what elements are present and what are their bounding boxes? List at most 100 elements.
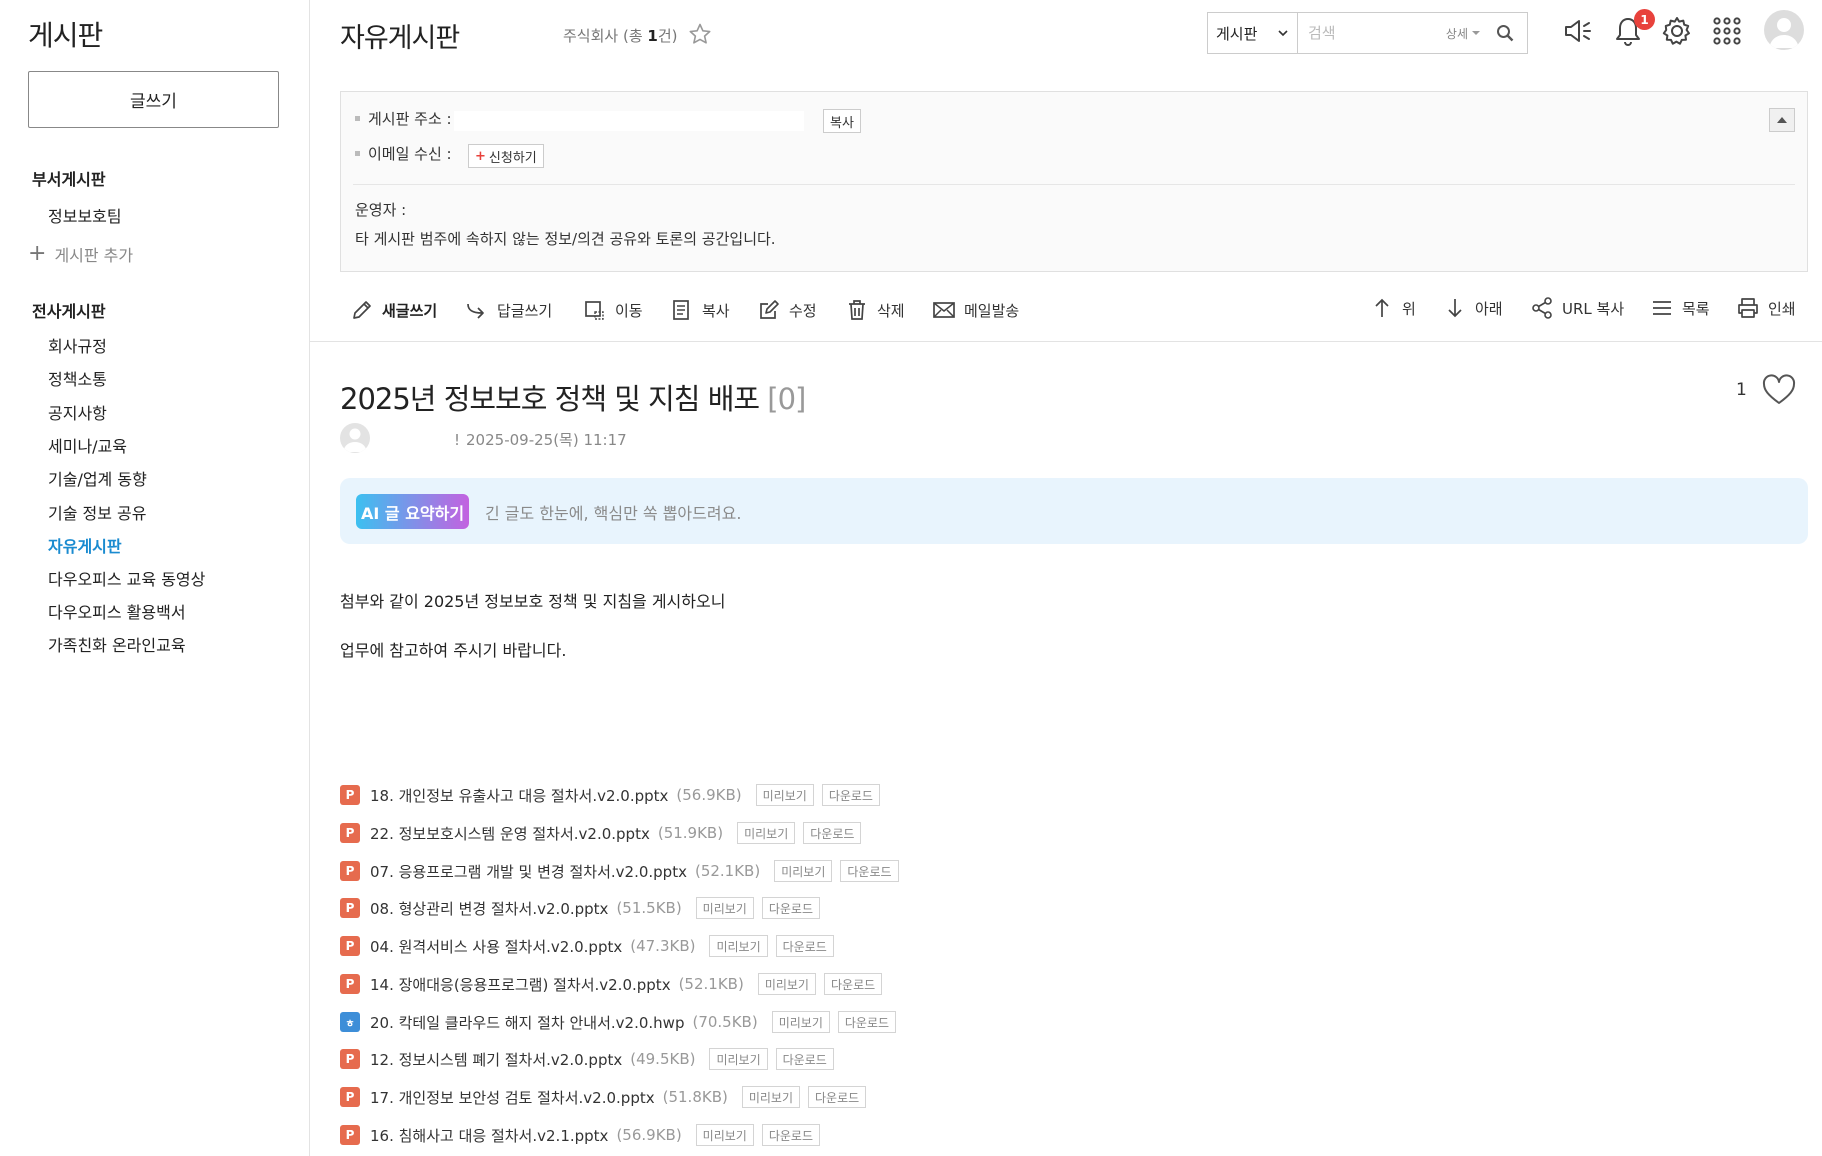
preview-button[interactable]: 미리보기	[771, 1011, 830, 1033]
preview-button[interactable]: 미리보기	[709, 935, 768, 957]
next-post-button[interactable]: 아래	[1443, 296, 1503, 320]
preview-button[interactable]: 미리보기	[695, 1124, 754, 1146]
sidebar-section-company[interactable]: 전사게시판	[32, 298, 106, 322]
delete-label: 삭제	[877, 301, 905, 320]
preview-button[interactable]: 미리보기	[774, 860, 833, 882]
speaker-icon[interactable]	[1560, 14, 1594, 48]
edit-button[interactable]: 수정	[757, 298, 817, 322]
ai-summary-button[interactable]: AI 글 요약하기	[356, 494, 470, 529]
comment-count[interactable]: [0]	[767, 382, 806, 416]
sidebar-item-edu-video[interactable]: 다우오피스 교육 동영상	[48, 566, 205, 590]
prev-post-label: 위	[1402, 299, 1416, 318]
add-board-button[interactable]: + 게시판 추가	[28, 242, 133, 266]
sidebar-item-family-edu[interactable]: 가족친화 온라인교육	[48, 632, 186, 656]
print-button[interactable]: 인쇄	[1736, 296, 1796, 320]
arrow-down-icon	[1448, 299, 1462, 318]
list-label: 목록	[1682, 299, 1710, 318]
sidebar-item-whitepaper[interactable]: 다우오피스 활용백서	[48, 599, 186, 623]
attachment-item: P 12. 정보시스템 폐기 절차서.v2.0.pptx (49.5KB) 미리보기 다…	[340, 1047, 842, 1071]
star-icon[interactable]	[688, 22, 712, 46]
attachment-size: (51.5KB)	[616, 899, 682, 917]
download-button[interactable]: 다운로드	[775, 935, 834, 957]
download-button[interactable]: 다운로드	[837, 1011, 897, 1033]
attachment-name[interactable]: 20. 칵테일 클라우드 해지 절차 안내서.v2.0.hwp	[370, 1012, 684, 1033]
sidebar-item-policy[interactable]: 정책소통	[48, 366, 107, 390]
post-body-line: 첨부와 같이 2025년 정보보호 정책 및 지침을 게시하오니	[340, 592, 726, 611]
attachment-name[interactable]: 08. 형상관리 변경 절차서.v2.0.pptx	[370, 898, 608, 919]
pptx-file-icon: P	[340, 936, 360, 956]
url-copy-button[interactable]: URL 복사	[1530, 296, 1624, 320]
sidebar-section-dept[interactable]: 부서게시판	[32, 166, 106, 190]
send-mail-button[interactable]: 메일발송	[932, 298, 1019, 322]
search-detail-button[interactable]: 상세	[1446, 25, 1481, 42]
list-button[interactable]: 목록	[1650, 296, 1710, 320]
copy-button[interactable]: 복사	[670, 298, 730, 322]
attachment-name[interactable]: 16. 침해사고 대응 절차서.v2.1.pptx	[370, 1125, 608, 1146]
mail-icon	[933, 302, 955, 318]
download-button[interactable]: 다운로드	[808, 1086, 867, 1108]
toolbar-divider	[310, 341, 1822, 342]
add-board-label: 게시판 추가	[54, 246, 134, 265]
copy-address-button[interactable]: 복사	[823, 109, 861, 133]
move-button[interactable]: 이동	[583, 298, 643, 322]
prev-post-button[interactable]: 위	[1370, 296, 1416, 320]
sidebar-item-free-board[interactable]: 자유게시판	[48, 533, 122, 557]
caret-down-icon	[1472, 31, 1480, 35]
subscribe-button[interactable]: + 신청하기	[468, 144, 544, 168]
download-button[interactable]: 다운로드	[761, 1124, 821, 1146]
move-label: 이동	[615, 301, 643, 320]
download-button[interactable]: 다운로드	[821, 784, 880, 806]
delete-button[interactable]: 삭제	[845, 298, 905, 322]
attachment-size: (70.5KB)	[692, 1013, 758, 1031]
attachment-name[interactable]: 07. 응용프로그램 개발 및 변경 절차서.v2.0.pptx	[370, 861, 687, 882]
attachment-name[interactable]: 14. 장애대응(응용프로그램) 절차서.v2.0.pptx	[370, 974, 671, 995]
preview-button[interactable]: 미리보기	[709, 1048, 768, 1070]
sidebar-item-company-rules[interactable]: 회사규정	[48, 333, 107, 357]
user-avatar[interactable]	[1764, 10, 1804, 50]
preview-button[interactable]: 미리보기	[755, 784, 814, 806]
search-input[interactable]	[1298, 13, 1446, 53]
download-button[interactable]: 다운로드	[840, 860, 899, 882]
sidebar-item-security-team[interactable]: 정보보호팀	[48, 203, 122, 227]
sidebar-item-tech-trends[interactable]: 기술/업계 동향	[48, 466, 147, 490]
copy-icon	[673, 300, 689, 320]
subscribe-label: 신청하기	[488, 150, 537, 166]
author-avatar[interactable]	[340, 423, 370, 453]
search-button[interactable]	[1491, 19, 1519, 47]
preview-button[interactable]: 미리보기	[737, 822, 796, 844]
sidebar-item-tech-share[interactable]: 기술 정보 공유	[48, 500, 147, 524]
post-toolbar: 새글쓰기 답글쓰기 이동 복사 수정 삭제 메일발송 위 아래 URL 복사 목…	[340, 290, 1810, 332]
attachment-size: (47.3KB)	[630, 937, 696, 955]
board-address-field[interactable]	[454, 111, 804, 131]
download-button[interactable]: 다운로드	[803, 822, 862, 844]
download-button[interactable]: 다운로드	[775, 1048, 834, 1070]
apps-grid-icon[interactable]	[1710, 14, 1744, 48]
attachment-name[interactable]: 04. 원격서비스 사용 절차서.v2.0.pptx	[370, 936, 622, 957]
attachment-name[interactable]: 18. 개인정보 유출사고 대응 절차서.v2.0.pptx	[370, 785, 668, 806]
attachment-name[interactable]: 22. 정보보호시스템 운영 절차서.v2.0.pptx	[370, 823, 650, 844]
ai-summary-text: 긴 글도 한눈에, 핵심만 쏙 뽑아드려요.	[485, 504, 742, 523]
write-button[interactable]: 글쓰기	[28, 71, 279, 128]
bullet-icon	[355, 116, 360, 121]
preview-button[interactable]: 미리보기	[757, 973, 816, 995]
gear-icon[interactable]	[1660, 14, 1694, 48]
reply-button[interactable]: 답글쓰기	[465, 298, 552, 322]
new-post-button[interactable]: 새글쓰기	[350, 298, 437, 322]
sidebar-item-seminar[interactable]: 세미나/교육	[48, 433, 127, 457]
pptx-file-icon: P	[340, 1049, 360, 1069]
download-button[interactable]: 다운로드	[761, 897, 821, 919]
sidebar: 게시판 글쓰기 부서게시판 정보보호팀 + 게시판 추가 전사게시판 회사규정 …	[0, 0, 310, 1156]
heart-icon[interactable]	[1762, 374, 1796, 406]
attachment-name[interactable]: 17. 개인정보 보안성 검토 절차서.v2.0.pptx	[370, 1087, 655, 1108]
attachment-item: P 18. 개인정보 유출사고 대응 절차서.v2.0.pptx (56.9KB) 미…	[340, 783, 888, 807]
post-title-text: 2025년 정보보호 정책 및 지침 배포	[340, 382, 760, 416]
collapse-button[interactable]	[1769, 108, 1795, 132]
preview-button[interactable]: 미리보기	[741, 1086, 801, 1108]
download-button[interactable]: 다운로드	[823, 973, 883, 995]
author-mark: !	[454, 431, 461, 449]
printer-icon	[1738, 298, 1758, 318]
sidebar-item-notice[interactable]: 공지사항	[48, 400, 107, 424]
preview-button[interactable]: 미리보기	[695, 897, 754, 919]
attachment-name[interactable]: 12. 정보시스템 폐기 절차서.v2.0.pptx	[370, 1049, 622, 1070]
search-scope-select[interactable]: 게시판	[1208, 13, 1298, 53]
